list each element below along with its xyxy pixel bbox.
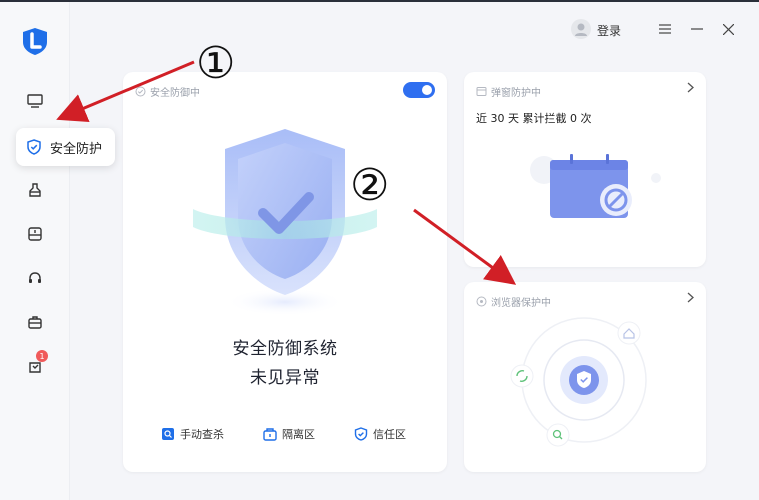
toolbox-icon	[28, 316, 42, 329]
popup-block-count: 近 30 天 累计拦截 0 次	[476, 112, 592, 125]
defense-title: 安全防御系统	[232, 339, 338, 359]
scan-icon	[162, 428, 174, 440]
browser-orbit-illustration-icon	[510, 317, 647, 447]
security-defense-card: 安全防御中 安全防御系统 未见异常 手动查杀 隔离区 信任区	[123, 72, 447, 472]
notification-badge: 1	[36, 350, 48, 362]
defense-actions: 手动查杀 隔离区 信任区	[123, 426, 447, 446]
quarantine-button[interactable]: 隔离区	[263, 426, 315, 442]
popup-status: 弹窗防护中	[476, 84, 541, 99]
trust-zone-button[interactable]: 信任区	[354, 426, 406, 442]
sidebar-item-drive[interactable]	[22, 221, 48, 247]
manual-scan-label: 手动查杀	[180, 428, 224, 441]
window-icon	[476, 87, 487, 96]
defense-status-text: 安全防御中	[150, 88, 200, 99]
drive-icon	[28, 227, 42, 241]
sidebar-item-computer[interactable]	[22, 88, 48, 114]
defense-toggle[interactable]	[403, 82, 435, 98]
chevron-right-icon[interactable]	[687, 292, 694, 307]
chevron-right-icon[interactable]	[687, 82, 694, 97]
sidebar: 安全防护 1	[0, 2, 115, 500]
manual-scan-button[interactable]: 手动查杀	[161, 426, 224, 442]
compass-icon	[476, 296, 487, 307]
shield-icon	[27, 139, 41, 155]
avatar[interactable]	[571, 19, 591, 39]
menu-icon[interactable]	[656, 19, 674, 39]
browser-protection-card[interactable]: 浏览器保护中	[464, 282, 706, 472]
check-circle-icon	[135, 86, 146, 97]
headset-icon	[29, 272, 41, 283]
minimize-icon[interactable]	[688, 19, 706, 39]
broom-icon	[29, 183, 41, 197]
popup-protection-card[interactable]: 弹窗防护中 近 30 天 累计拦截 0 次	[464, 72, 706, 267]
trust-zone-label: 信任区	[373, 428, 406, 441]
defense-subtitle: 未见异常	[250, 368, 320, 388]
app-logo-icon	[23, 28, 47, 55]
sidebar-item-label: 安全防护	[50, 141, 103, 157]
sidebar-item-support[interactable]	[22, 265, 48, 291]
browser-status: 浏览器保护中	[476, 294, 551, 309]
sidebar-item-toolbox[interactable]	[22, 309, 48, 335]
popup-status-text: 弹窗防护中	[491, 88, 541, 99]
user-icon	[575, 23, 587, 36]
trust-shield-icon	[354, 427, 368, 441]
shield-illustration-icon	[193, 129, 377, 316]
quarantine-label: 隔离区	[282, 428, 315, 441]
close-icon[interactable]	[719, 19, 737, 39]
sidebar-item-security[interactable]: 安全防护	[16, 128, 115, 166]
browser-status-text: 浏览器保护中	[491, 298, 551, 309]
defense-status: 安全防御中	[135, 84, 200, 99]
quarantine-icon	[263, 428, 277, 441]
top-border	[0, 0, 759, 2]
calendar-block-illustration-icon	[530, 154, 661, 218]
monitor-icon	[27, 94, 43, 108]
login-link[interactable]: 登录	[597, 22, 621, 39]
sidebar-item-cleanup[interactable]	[22, 177, 48, 203]
